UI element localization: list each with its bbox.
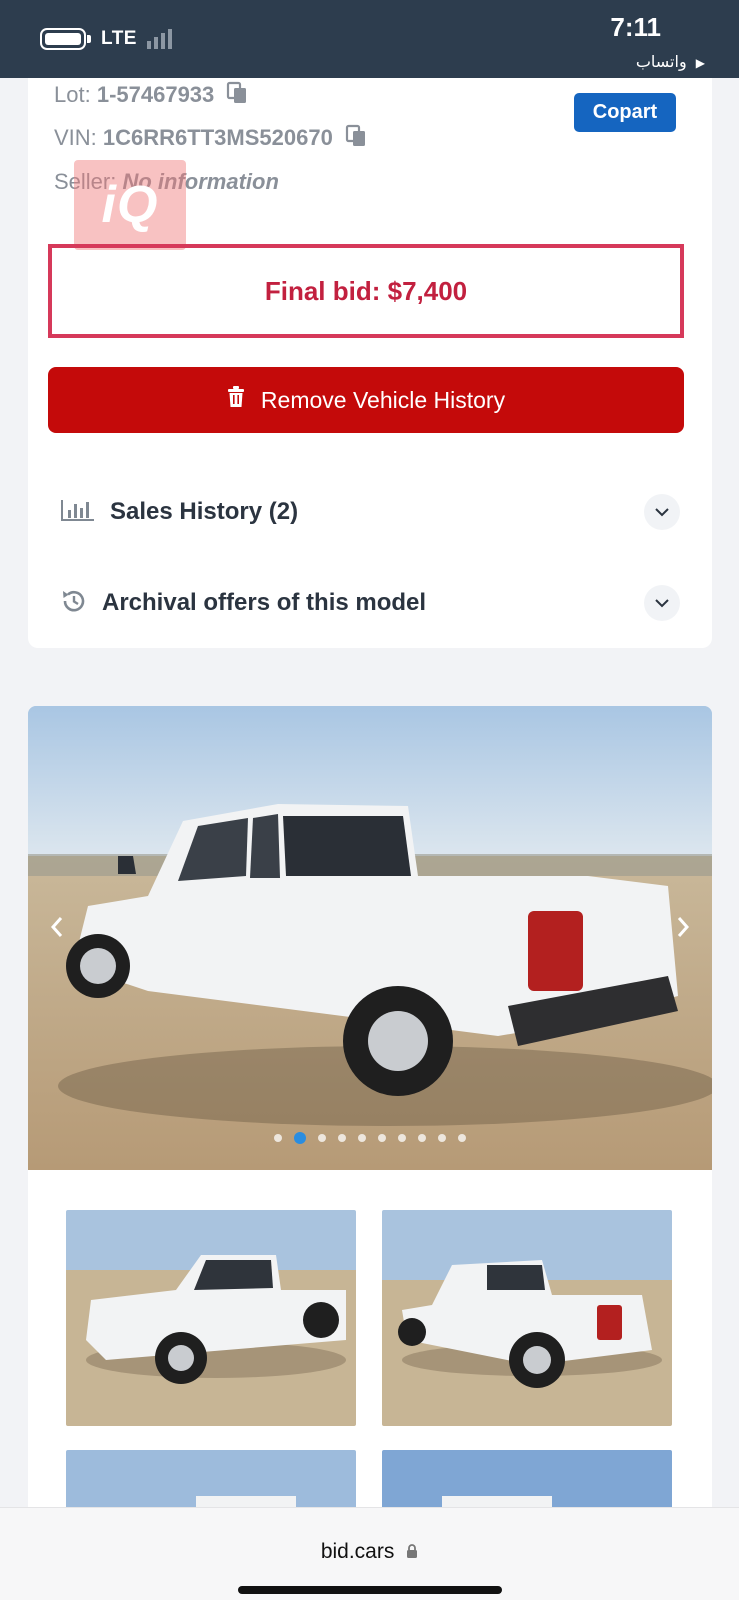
accordion-label: Archival offers of this model	[102, 589, 427, 616]
accordion-sales-history[interactable]: Sales History (2)	[60, 487, 680, 537]
remove-vehicle-history-button[interactable]: Remove Vehicle History	[48, 367, 684, 433]
bar-chart-icon	[60, 498, 96, 527]
url-text: bid.cars	[320, 1540, 395, 1563]
gallery-dot[interactable]	[338, 1134, 346, 1142]
signal-icon	[146, 29, 172, 49]
gallery-next-icon[interactable]	[676, 916, 690, 938]
vin-number: 1C6RR6TT3MS520670	[102, 125, 333, 150]
back-triangle-icon: ▶	[695, 56, 705, 70]
gallery-dot[interactable]	[294, 1132, 306, 1144]
gallery-dot[interactable]	[318, 1134, 326, 1142]
gallery-dot[interactable]	[458, 1134, 466, 1142]
vin-label: VIN:	[54, 125, 97, 150]
remove-button-label: Remove Vehicle History	[260, 386, 506, 413]
gallery-dot[interactable]	[358, 1134, 366, 1142]
battery-icon	[40, 28, 86, 50]
battery-nub	[87, 35, 91, 43]
back-app-label: واتساب	[635, 52, 687, 71]
thumbnail-photo[interactable]	[382, 1210, 672, 1426]
gallery-dot[interactable]	[438, 1134, 446, 1142]
gallery-dot[interactable]	[378, 1134, 386, 1142]
lot-label: Lot:	[54, 82, 91, 107]
clock: 7:11	[610, 12, 661, 42]
vehicle-info-card: Lot: 1-57467933 VIN: 1C6RR6TT3MS520670 S…	[28, 78, 712, 648]
lot-number: 1-57467933	[96, 82, 215, 107]
accordion-label: Sales History (2)	[110, 498, 299, 525]
home-indicator[interactable]	[238, 1586, 502, 1594]
thumbnail-grid	[28, 1170, 712, 1510]
vin-row: VIN: 1C6RR6TT3MS520670	[54, 124, 367, 154]
chevron-down-icon[interactable]	[644, 585, 680, 621]
url-display[interactable]: bid.cars	[0, 1540, 739, 1565]
gallery-pagination	[28, 1132, 712, 1144]
main-vehicle-photo	[28, 706, 712, 1170]
screen: LTE 7:11 واتساب ▶ Lot: 1-57467933 VIN: 1…	[0, 0, 739, 1600]
trash-icon	[227, 386, 245, 414]
photo-gallery[interactable]	[28, 706, 712, 1170]
lot-row: Lot: 1-57467933	[54, 81, 248, 111]
gallery-dot[interactable]	[274, 1134, 282, 1142]
thumbnail-photo[interactable]	[66, 1450, 356, 1510]
final-bid-text: Final bid: $7,400	[264, 275, 468, 306]
accordion-archival-offers[interactable]: Archival offers of this model	[60, 578, 680, 628]
thumbnail-photo[interactable]	[382, 1450, 672, 1510]
status-left: LTE	[40, 28, 172, 50]
lock-icon	[406, 1541, 418, 1565]
final-bid-box: Final bid: $7,400	[48, 244, 684, 338]
back-to-app[interactable]: واتساب ▶	[636, 52, 705, 71]
network-type: LTE	[101, 28, 137, 49]
thumbnail-photo[interactable]	[66, 1210, 356, 1426]
chevron-down-icon[interactable]	[644, 494, 680, 530]
gallery-prev-icon[interactable]	[50, 916, 64, 938]
copart-badge[interactable]: Copart	[574, 93, 676, 132]
browser-url-bar[interactable]: bid.cars	[0, 1507, 739, 1600]
copy-vin-icon[interactable]	[345, 124, 367, 154]
status-bar: LTE 7:11 واتساب ▶	[0, 0, 739, 78]
copy-lot-icon[interactable]	[226, 81, 248, 111]
gallery-dot[interactable]	[418, 1134, 426, 1142]
iq-watermark-logo: iQ	[74, 160, 186, 250]
history-icon	[60, 587, 88, 620]
gallery-dot[interactable]	[398, 1134, 406, 1142]
